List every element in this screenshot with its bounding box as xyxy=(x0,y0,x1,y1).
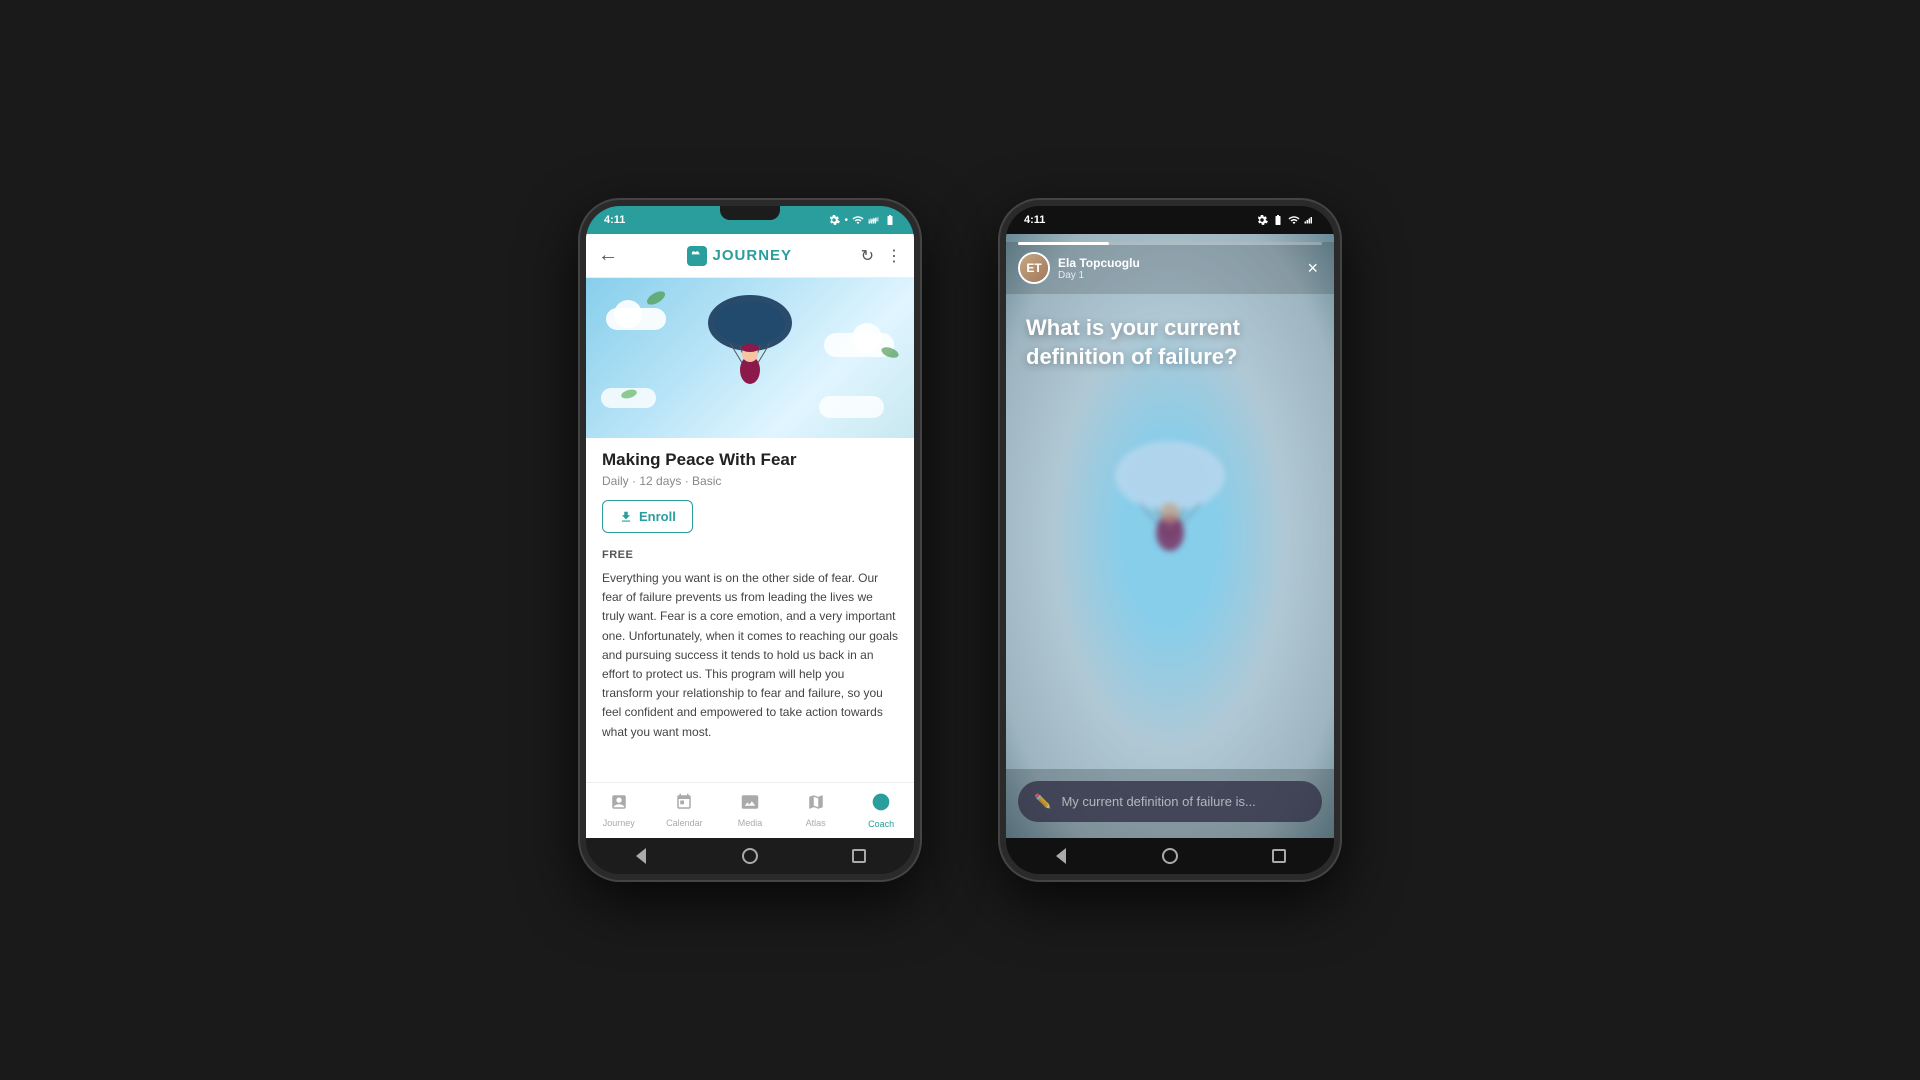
calendar-nav-label: Calendar xyxy=(666,818,703,828)
nav-item-journey[interactable]: Journey xyxy=(586,793,652,828)
status-icons-1: • xyxy=(828,214,896,226)
hero-image xyxy=(586,278,914,438)
dot-icon: • xyxy=(844,215,848,226)
nav-item-calendar[interactable]: Calendar xyxy=(652,793,718,828)
back-triangle-icon-2 xyxy=(1056,848,1066,864)
phone-2: 4:11 xyxy=(1000,200,1340,880)
story-input-button[interactable]: ✏️ My current definition of failure is..… xyxy=(1018,781,1322,822)
back-button[interactable]: ← xyxy=(598,244,618,267)
battery-icon xyxy=(884,214,896,226)
avatar-initials: ET xyxy=(1020,254,1048,282)
camera-notch-2 xyxy=(1140,206,1200,220)
journey-nav-icon xyxy=(610,793,628,816)
leaf-2 xyxy=(880,345,900,360)
status-time-1: 4:11 xyxy=(604,214,625,226)
story-username: Ela Topcuoglu xyxy=(1058,256,1303,270)
leaf-1 xyxy=(645,289,667,308)
nav-item-media[interactable]: Media xyxy=(717,793,783,828)
enroll-button[interactable]: Enroll xyxy=(602,500,693,533)
course-title: Making Peace With Fear xyxy=(602,450,898,470)
story-question-text: What is your current definition of failu… xyxy=(1026,314,1246,371)
story-input-area: ✏️ My current definition of failure is..… xyxy=(1006,769,1334,838)
app-toolbar: ← JOURNEY ↻ ⋮ xyxy=(586,234,914,278)
story-day: Day 1 xyxy=(1058,270,1303,281)
status-icons-2 xyxy=(1256,214,1316,226)
wifi-icon xyxy=(852,214,864,226)
course-meta: Daily · 12 days · Basic xyxy=(602,474,898,488)
signal-icon xyxy=(868,214,880,226)
wifi-icon-2 xyxy=(1288,214,1300,226)
calendar-nav-icon xyxy=(675,793,693,816)
journey-nav-label: Journey xyxy=(603,818,635,828)
settings-icon-2 xyxy=(1256,214,1268,226)
journey-icon-svg xyxy=(610,793,628,811)
media-nav-icon xyxy=(741,793,759,816)
home-hw-button[interactable] xyxy=(740,846,760,866)
atlas-nav-label: Atlas xyxy=(806,818,826,828)
free-badge: FREE xyxy=(602,549,898,561)
journey-title-text: JOURNEY xyxy=(713,247,793,264)
more-button[interactable]: ⋮ xyxy=(886,246,902,266)
home-circle-icon xyxy=(742,848,758,864)
story-question-area: What is your current definition of failu… xyxy=(1006,294,1334,769)
back-hw-button-2[interactable] xyxy=(1051,846,1071,866)
atlas-icon-svg xyxy=(807,793,825,811)
story-progress-track xyxy=(1018,242,1322,245)
journey-icon xyxy=(687,246,707,266)
media-nav-label: Media xyxy=(738,818,763,828)
story-close-button[interactable]: × xyxy=(1303,254,1322,283)
nav-item-coach[interactable]: Coach xyxy=(848,792,914,829)
battery-icon-2 xyxy=(1272,214,1284,226)
parachute-illustration xyxy=(700,288,800,418)
home-circle-icon-2 xyxy=(1162,848,1178,864)
cloud-4 xyxy=(819,396,884,418)
cloud-2-puff xyxy=(852,323,882,353)
story-input-placeholder: My current definition of failure is... xyxy=(1061,794,1255,809)
recents-square-icon xyxy=(852,849,866,863)
phone-1-screen: ← JOURNEY ↻ ⋮ xyxy=(586,234,914,838)
back-hw-button[interactable] xyxy=(631,846,651,866)
recents-square-icon-2 xyxy=(1272,849,1286,863)
signal-icon-2 xyxy=(1304,214,1316,226)
story-header: ET Ela Topcuoglu Day 1 × xyxy=(1006,242,1334,294)
nav-item-atlas[interactable]: Atlas xyxy=(783,793,849,828)
phone-2-screen: ET Ela Topcuoglu Day 1 × What is your cu… xyxy=(1006,234,1334,838)
settings-icon xyxy=(828,214,840,226)
download-icon xyxy=(619,510,633,524)
course-description: Everything you want is on the other side… xyxy=(602,569,898,742)
recents-hw-button[interactable] xyxy=(849,846,869,866)
home-hw-button-2[interactable] xyxy=(1160,846,1180,866)
story-progress-fill xyxy=(1018,242,1109,245)
refresh-button[interactable]: ↻ xyxy=(861,246,874,266)
recents-hw-button-2[interactable] xyxy=(1269,846,1289,866)
phone-1: 4:11 • ← JOURNEY xyxy=(580,200,920,880)
camera-notch-1 xyxy=(720,206,780,220)
content-area: Making Peace With Fear Daily · 12 days ·… xyxy=(586,438,914,782)
journey-app: ← JOURNEY ↻ ⋮ xyxy=(586,234,914,838)
back-triangle-icon xyxy=(636,848,646,864)
media-icon-svg xyxy=(741,793,759,811)
status-time-2: 4:11 xyxy=(1024,214,1045,226)
journey-logo-icon xyxy=(691,250,703,262)
phone-nav-bar-2 xyxy=(1006,838,1334,874)
story-user-info: Ela Topcuoglu Day 1 xyxy=(1058,256,1303,281)
coach-nav-icon xyxy=(871,792,891,817)
coach-story: ET Ela Topcuoglu Day 1 × What is your cu… xyxy=(1006,234,1334,838)
calendar-icon-svg xyxy=(675,793,693,811)
bottom-nav: Journey Calendar Media xyxy=(586,782,914,838)
pencil-icon: ✏️ xyxy=(1034,793,1051,810)
toolbar-actions: ↻ ⋮ xyxy=(861,246,902,266)
phone-nav-bar-1 xyxy=(586,838,914,874)
coach-icon-svg xyxy=(871,792,891,812)
story-avatar: ET xyxy=(1018,252,1050,284)
atlas-nav-icon xyxy=(807,793,825,816)
app-title: JOURNEY xyxy=(687,246,793,266)
coach-nav-label: Coach xyxy=(868,819,894,829)
cloud-1-puff xyxy=(614,300,642,328)
